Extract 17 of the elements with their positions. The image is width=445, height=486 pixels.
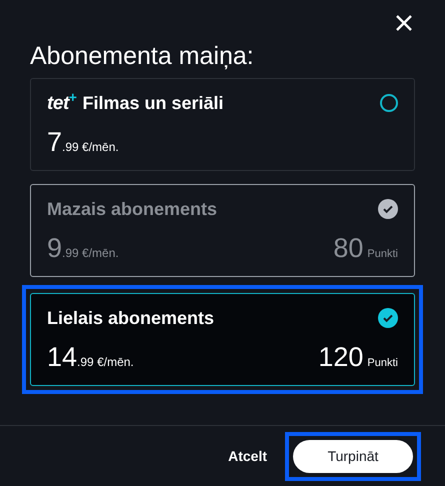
plan-card[interactable]: Mazais abonements 9.99 €/mēn. 80 Punkti: [30, 184, 415, 277]
dialog-title: Abonementa maiņa:: [29, 41, 255, 72]
radio-icon[interactable]: [380, 94, 398, 112]
plan-points: 120 Punkti: [318, 344, 398, 374]
plan-price: 14.99 €/mēn.: [47, 344, 134, 374]
continue-button[interactable]: Turpināt: [293, 440, 413, 472]
plan-card[interactable]: Lielais abonements 14.99 €/mēn. 120 Punkti: [30, 293, 415, 386]
plan-price: 7.99 €/mēn.: [47, 129, 119, 159]
plan-points: 80 Punkti: [333, 235, 398, 265]
plan-price: 9.99 €/mēn.: [47, 235, 119, 265]
plan-name: Mazais abonements: [47, 198, 218, 220]
plan-card[interactable]: tet$^{+}$ Filmas un seriāli 7.99 €/mēn.: [30, 78, 415, 171]
plan-name: Filmas un seriāli: [82, 92, 224, 114]
plan-name: Lielais abonements: [47, 306, 214, 330]
close-icon[interactable]: [395, 14, 413, 32]
logo: tet$^{+}$: [47, 94, 76, 112]
cancel-button[interactable]: Atcelt: [220, 446, 275, 466]
